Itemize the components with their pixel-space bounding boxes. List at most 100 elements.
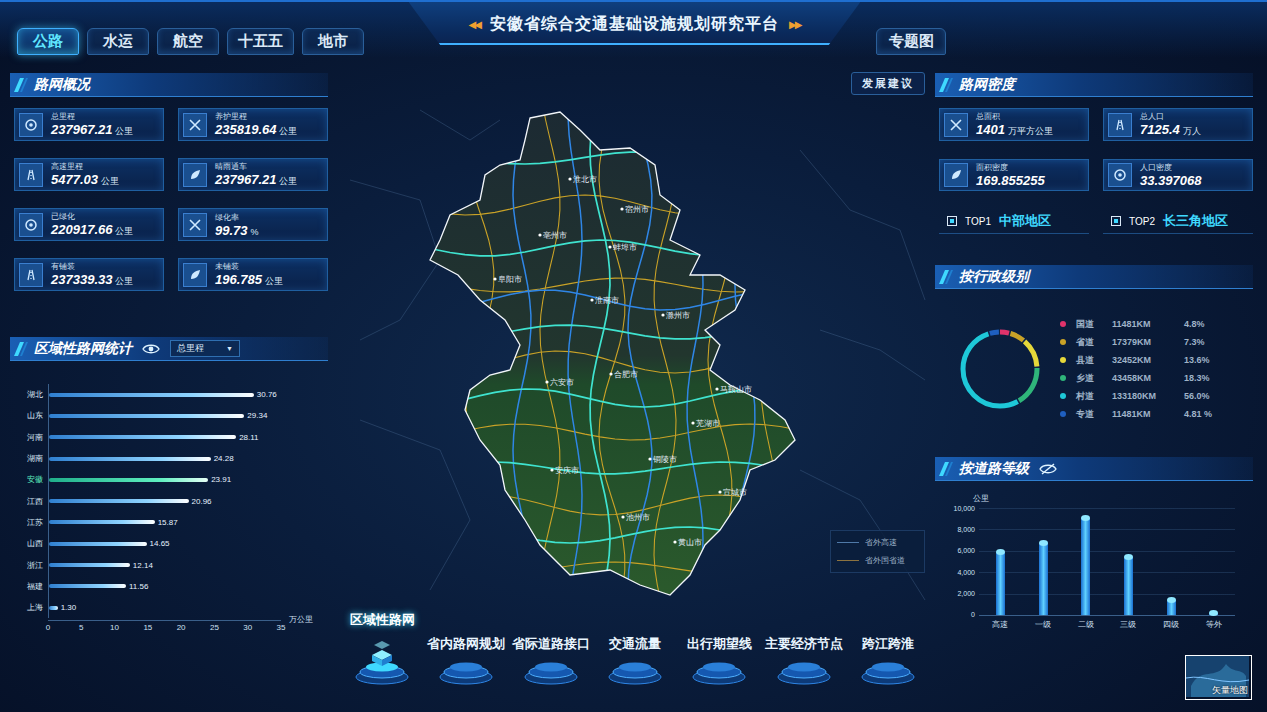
region-value: 30.76 [257, 390, 277, 399]
mode-tab[interactable]: 地市 [302, 28, 364, 55]
neighbor-border [420, 110, 500, 140]
mode-tab[interactable]: 航空 [157, 28, 219, 55]
regional-header: 区域性路网统计 总里程 ▼ [10, 337, 328, 361]
region-label: 江西 [10, 496, 43, 507]
city-pin[interactable]: 六安市 [545, 378, 574, 387]
city-pin[interactable]: 宣城市 [718, 488, 747, 497]
donut-segment [963, 332, 1037, 406]
stat-icon [19, 263, 43, 287]
density-stats: 总面积 1401万平方公里 总人口 7125.4万人 面积密度 169.8552… [935, 108, 1252, 191]
city-pin[interactable]: 芜湖市 [691, 419, 720, 428]
region-bar-row: 浙江 12.14 [10, 554, 340, 575]
region-label: 福建 [10, 581, 43, 592]
bottom-nav-item[interactable]: 省内路网规划 [424, 635, 508, 685]
eye-icon[interactable] [142, 343, 160, 355]
city-pin[interactable]: 淮南市 [590, 296, 619, 305]
grade-bar [1081, 518, 1090, 615]
section-mark-icon [14, 342, 28, 356]
stat-icon [944, 163, 968, 187]
region-label: 浙江 [10, 560, 43, 571]
pedestal-icon [607, 655, 663, 685]
admin-legend-row: 县道 32452KM 13.6% [1060, 351, 1212, 369]
eye-off-icon[interactable] [1039, 463, 1057, 475]
stat-label: 已绿化 [51, 211, 133, 222]
bottom-nav-item[interactable]: 交通流量 [593, 635, 677, 685]
city-pin[interactable]: 合肥市 [609, 370, 638, 379]
axis-tick: 5 [79, 623, 83, 632]
province-border [430, 112, 795, 595]
advice-button[interactable]: 发展建议 [851, 72, 925, 95]
bottom-nav-item[interactable]: 区域性路网 [340, 611, 424, 685]
region-value: 20.96 [192, 497, 212, 506]
national-road [420, 290, 810, 310]
map-panel: 发展建议 淮北市宿州市亳州市蚌埠市阜阳市淮南市滁州市六安市 合肥市马鞍山市芜湖市铜… [340, 58, 930, 712]
city-pin[interactable]: 马鞍山市 [715, 385, 752, 394]
national-road [628, 105, 652, 600]
grade-bar [1167, 600, 1176, 615]
bottom-nav-item[interactable]: 主要经济节点 [761, 635, 845, 685]
mode-tabs: 公路水运航空十五五地市 [17, 28, 409, 55]
mode-tab[interactable]: 公路 [17, 28, 79, 55]
admin-legend-row: 村道 133180KM 56.0% [1060, 387, 1212, 405]
region-bar [49, 435, 236, 439]
donut-segment [963, 332, 1037, 406]
city-label: 芜湖市 [696, 419, 720, 428]
mode-tab[interactable]: 十五五 [227, 28, 294, 55]
pedestal-icon [438, 655, 494, 685]
region-bar [49, 606, 58, 610]
bottom-nav: 区域性路网 省内路网规划 省际道路接口 交通流量 出行期望线 主要经济节点 跨江… [340, 611, 930, 685]
city-pin[interactable]: 蚌埠市 [608, 243, 637, 252]
region-label: 安徽 [10, 474, 43, 485]
stat-glyph-icon [24, 118, 38, 132]
neighbor-border [360, 420, 470, 590]
city-pin[interactable]: 淮北市 [568, 175, 597, 184]
national-road [735, 105, 755, 600]
basemap-toggle[interactable]: 矢量地图 [1185, 655, 1252, 700]
thematic-map-button[interactable]: 专题图 [876, 28, 946, 55]
region-bar-row: 湖南 24.28 [10, 448, 340, 469]
region-bar-row: 安徽 23.91 [10, 469, 340, 490]
pedestal-icon [776, 655, 832, 685]
top-bar: 公路水运航空十五五地市 ◀◀ 安徽省综合交通基础设施规划研究平台 ▶▶ 专题图 [0, 0, 1267, 58]
region-label: 山东 [10, 410, 43, 421]
stat-glyph-icon [24, 268, 38, 282]
axis-tick: 8,000 [957, 526, 975, 533]
region-bar-row: 福建 11.56 [10, 576, 340, 597]
bottom-nav-item[interactable]: 出行期望线 [677, 635, 761, 685]
metric-dropdown[interactable]: 总里程 ▼ [170, 340, 240, 357]
city-pin[interactable]: 黄山市 [673, 538, 702, 547]
city-pin[interactable]: 滁州市 [661, 311, 690, 320]
grade-bar [1039, 543, 1048, 615]
bottom-nav-item[interactable]: 跨江跨淮 [846, 635, 930, 685]
region-label: 湖北 [10, 389, 43, 400]
city-pin[interactable]: 宿州市 [620, 205, 649, 214]
stat-label: 面积密度 [976, 162, 1045, 173]
axis-tick: 15 [143, 623, 152, 632]
region-bar [49, 457, 211, 461]
region-label: 湖南 [10, 453, 43, 464]
stat-label: 人口密度 [1140, 162, 1201, 173]
stat-icon [19, 163, 43, 187]
expressway [420, 527, 810, 543]
city-pin[interactable]: 安庆市 [550, 466, 579, 475]
stat-card: 有铺装 237339.33公里 [14, 258, 164, 291]
mode-tab[interactable]: 水运 [87, 28, 149, 55]
city-pin[interactable]: 亳州市 [538, 231, 567, 240]
stat-icon [183, 113, 207, 137]
city-pin[interactable]: 铜陵市 [648, 455, 677, 464]
city-label: 亳州市 [543, 231, 567, 240]
stat-glyph-icon [1113, 118, 1127, 132]
stat-icon [183, 163, 207, 187]
stat-label: 总面积 [976, 111, 1053, 122]
city-pin[interactable]: 阜阳市 [493, 275, 522, 284]
provincial-road [540, 105, 560, 600]
city-label: 滁州市 [666, 311, 690, 320]
region-label: 江苏 [10, 517, 43, 528]
category-label: 高速 [979, 619, 1022, 630]
bottom-nav-item[interactable]: 省际道路接口 [509, 635, 593, 685]
provincial-road [466, 105, 494, 600]
region-label: 山西 [10, 538, 43, 549]
provincial-road [761, 105, 779, 600]
city-pin[interactable]: 池州市 [621, 513, 650, 522]
legend-item: 省外国省道 [837, 555, 918, 566]
